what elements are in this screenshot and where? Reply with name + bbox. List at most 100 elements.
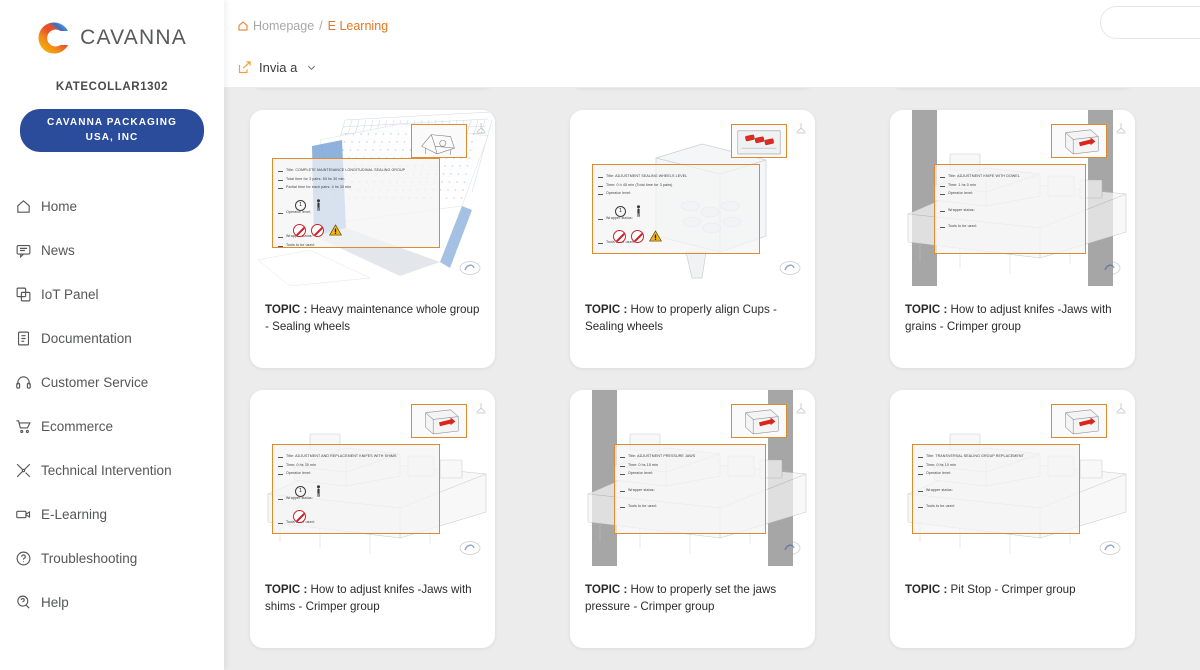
slide-inset-preview bbox=[731, 124, 787, 158]
card-grid-scroll[interactable]: Title: COMPLETE MAINTENANCE LONGITUDINAL… bbox=[224, 0, 1200, 670]
slide-panel-line: Partial time for each pairs: 4 hs 30 min bbox=[286, 185, 352, 190]
slide-inset-preview bbox=[1051, 124, 1107, 158]
headset-icon bbox=[15, 374, 32, 391]
card-title: TOPIC : Pit Stop - Crimper group bbox=[890, 566, 1135, 599]
card-title-prefix: TOPIC : bbox=[585, 583, 628, 596]
card-title: TOPIC : How to adjust knifes -Jaws with … bbox=[250, 566, 495, 616]
elearning-card[interactable]: Title: COMPLETE MAINTENANCE LONGITUDINAL… bbox=[250, 110, 495, 368]
operator-level-badge: 1 bbox=[615, 205, 626, 217]
send-to-label: Invia a bbox=[259, 60, 298, 75]
question-circle-icon bbox=[15, 550, 32, 567]
card-grid: Title: COMPLETE MAINTENANCE LONGITUDINAL… bbox=[224, 0, 1200, 648]
sidebar-item-customer-service[interactable]: Customer Service bbox=[15, 360, 224, 404]
slide-thumbnail[interactable]: Title: ADJUSTMENT SEALING WHEELS LEVEL Ti… bbox=[570, 110, 815, 286]
sidebar-item-e-learning[interactable]: E-Learning bbox=[15, 492, 224, 536]
slide-panel-line: Title: ADJUSTMENT KNIFE WITH DOWEL bbox=[948, 174, 1020, 178]
sidebar-item-label: Home bbox=[41, 198, 78, 214]
sidebar-item-label: News bbox=[41, 242, 75, 258]
sidebar-item-label: Customer Service bbox=[41, 374, 149, 390]
sidebar-item-label: E-Learning bbox=[41, 506, 108, 522]
operator-level-badge: 1 bbox=[295, 199, 306, 211]
slide-thumbnail[interactable]: Title: TRANSVERSAL SEALING GROUP REPLACE… bbox=[890, 390, 1135, 566]
card-title: TOPIC : Heavy maintenance whole group - … bbox=[250, 286, 495, 336]
slide-thumbnail[interactable]: Title: ADJUSTMENT PRESSURE JAWS Time: 0 h… bbox=[570, 390, 815, 566]
slide-panel-line: Operator level: bbox=[606, 191, 632, 196]
sidebar-item-home[interactable]: Home bbox=[15, 184, 224, 228]
card-title-prefix: TOPIC : bbox=[265, 303, 308, 316]
sidebar-item-label: Ecommerce bbox=[41, 418, 114, 434]
breadcrumb: Homepage / E Learning bbox=[237, 19, 388, 33]
send-to-button[interactable]: Invia a bbox=[237, 60, 317, 75]
slide-info-panel: Title: ADJUSTMENT KNIFE WITH DOWEL Time: … bbox=[934, 164, 1086, 254]
card-title: TOPIC : How to adjust knifes -Jaws with … bbox=[890, 286, 1135, 336]
slide-panel-line: Time: 0 hs 15 min bbox=[628, 462, 659, 467]
slide-thumbnail[interactable]: Title: ADJUSTMENT AND REPLACEMENT KNIFES… bbox=[250, 390, 495, 566]
signature-stamp-icon bbox=[779, 541, 801, 555]
slide-canvas: Title: ADJUSTMENT PRESSURE JAWS Time: 0 h… bbox=[570, 390, 815, 566]
brand-logo[interactable]: CAVANNA bbox=[37, 21, 187, 55]
card-title-text: Pit Stop - Crimper group bbox=[950, 583, 1076, 596]
slide-inset-preview bbox=[731, 404, 787, 438]
breadcrumb-current[interactable]: E Learning bbox=[328, 19, 388, 33]
signature-stamp-icon bbox=[459, 261, 481, 275]
slide-thumbnail[interactable]: Title: ADJUSTMENT KNIFE WITH DOWEL Time: … bbox=[890, 110, 1135, 286]
slide-panel-line: Title: TRANSVERSAL SEALING GROUP REPLACE… bbox=[926, 454, 1024, 458]
chevron-down-icon[interactable] bbox=[306, 62, 317, 73]
card-title-prefix: TOPIC : bbox=[905, 583, 948, 596]
document-icon bbox=[15, 330, 32, 347]
slide-canvas: Title: ADJUSTMENT SEALING WHEELS LEVEL Ti… bbox=[570, 110, 815, 286]
sidebar-item-documentation[interactable]: Documentation bbox=[15, 316, 224, 360]
sidebar-item-troubleshooting[interactable]: Troubleshooting bbox=[15, 536, 224, 580]
organization-pill[interactable]: CAVANNA PACKAGING USA, INC bbox=[20, 109, 204, 152]
operator-figure-icon bbox=[317, 199, 320, 211]
slide-panel-line: Tools to be used: bbox=[948, 224, 977, 229]
slide-thumbnail[interactable]: Title: COMPLETE MAINTENANCE LONGITUDINAL… bbox=[250, 110, 495, 286]
signature-stamp-icon bbox=[1099, 541, 1121, 555]
slide-panel-line: Time: 0 h 45 min (Total time for 3 pairs… bbox=[606, 182, 673, 187]
slide-panel-line: Time: 0 hs 30 min bbox=[286, 462, 317, 467]
slide-panel-line: Operator level: bbox=[948, 191, 974, 196]
elearning-card[interactable]: Title: ADJUSTMENT PRESSURE JAWS Time: 0 h… bbox=[570, 390, 815, 648]
pin-marker-icon bbox=[476, 123, 486, 134]
sidebar-item-news[interactable]: News bbox=[15, 228, 224, 272]
video-camera-icon bbox=[15, 506, 32, 523]
warning-triangle-icon bbox=[329, 224, 342, 236]
operator-figure-icon bbox=[317, 485, 320, 497]
sidebar-item-label: Help bbox=[41, 594, 69, 610]
sidebar-item-label: Troubleshooting bbox=[41, 550, 138, 566]
warning-triangle-icon bbox=[649, 230, 662, 242]
home-icon bbox=[15, 198, 32, 215]
card-title-prefix: TOPIC : bbox=[905, 303, 948, 316]
home-icon bbox=[237, 20, 249, 32]
sidebar-item-iot-panel[interactable]: IoT Panel bbox=[15, 272, 224, 316]
pin-marker-icon bbox=[476, 403, 486, 414]
slide-panel-line: Wrapper status: bbox=[628, 487, 655, 492]
slide-panel-line: Title: ADJUSTMENT SEALING WHEELS LEVEL bbox=[606, 174, 688, 178]
sidebar-item-label: IoT Panel bbox=[41, 286, 99, 302]
tools-icon bbox=[15, 462, 32, 479]
card-title-prefix: TOPIC : bbox=[585, 303, 628, 316]
card-title: TOPIC : How to properly set the jaws pre… bbox=[570, 566, 815, 616]
elearning-card[interactable]: Title: ADJUSTMENT SEALING WHEELS LEVEL Ti… bbox=[570, 110, 815, 368]
search-input[interactable] bbox=[1100, 6, 1200, 39]
elearning-card[interactable]: Title: ADJUSTMENT AND REPLACEMENT KNIFES… bbox=[250, 390, 495, 648]
breadcrumb-home-link[interactable]: Homepage bbox=[253, 19, 314, 33]
elearning-card[interactable]: Title: TRANSVERSAL SEALING GROUP REPLACE… bbox=[890, 390, 1135, 648]
sidebar-item-label: Technical Intervention bbox=[41, 462, 172, 478]
slide-panel-line: Wrapper status: bbox=[948, 207, 975, 212]
slide-panel-line: Title: ADJUSTMENT PRESSURE JAWS bbox=[628, 454, 696, 458]
prohibition-sign-icon bbox=[631, 230, 644, 244]
sidebar-item-help[interactable]: Help bbox=[15, 580, 224, 624]
sidebar-item-technical-intervention[interactable]: Technical Intervention bbox=[15, 448, 224, 492]
slide-canvas: Title: ADJUSTMENT AND REPLACEMENT KNIFES… bbox=[250, 390, 495, 566]
slide-panel-line: Wrapper status: bbox=[926, 487, 953, 492]
shopping-cart-icon bbox=[15, 418, 32, 435]
slide-info-panel: Title: ADJUSTMENT AND REPLACEMENT KNIFES… bbox=[272, 444, 440, 534]
slide-panel-line: Operator level: bbox=[926, 471, 952, 476]
elearning-card[interactable]: Title: ADJUSTMENT KNIFE WITH DOWEL Time: … bbox=[890, 110, 1135, 368]
sidebar-item-ecommerce[interactable]: Ecommerce bbox=[15, 404, 224, 448]
card-title: TOPIC : How to properly align Cups - Sea… bbox=[570, 286, 815, 336]
slide-panel-line: Time: 1 hs 0 min bbox=[948, 182, 977, 187]
slide-info-panel: Title: ADJUSTMENT PRESSURE JAWS Time: 0 h… bbox=[614, 444, 766, 534]
signature-stamp-icon bbox=[779, 261, 801, 275]
